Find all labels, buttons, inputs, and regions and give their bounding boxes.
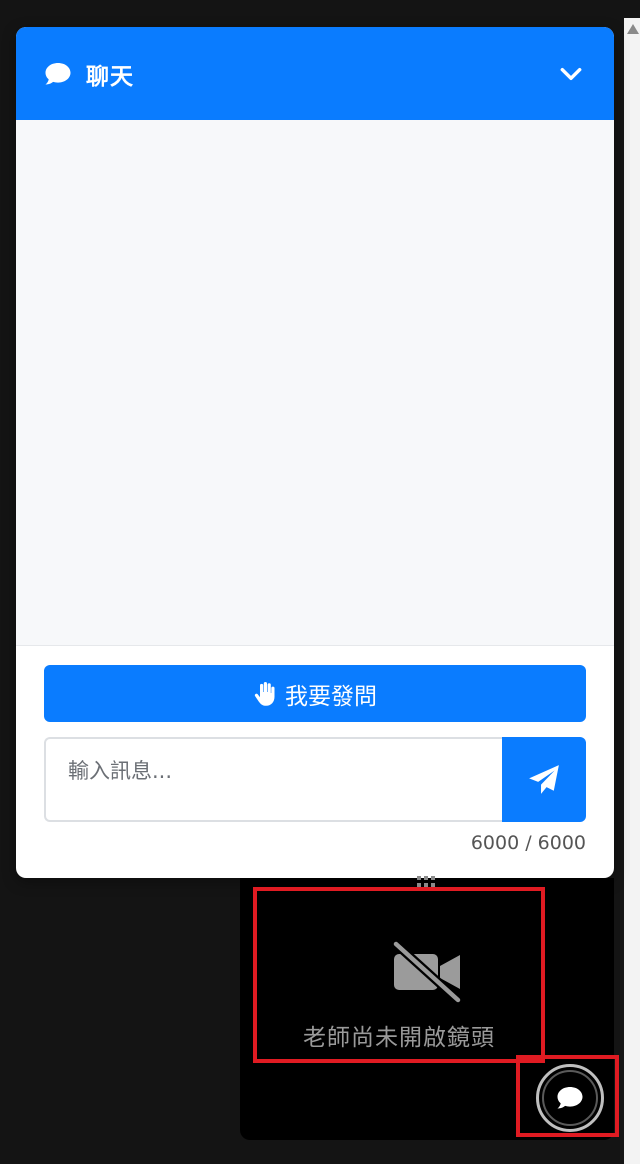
raise-hand-label: 我要發問 xyxy=(285,683,377,710)
raise-hand-button[interactable]: 我要發問 xyxy=(44,665,586,722)
chat-header: 聊天 xyxy=(16,27,614,120)
chat-title: 聊天 xyxy=(86,63,134,90)
composer: 我要發問 6000 / 6000 xyxy=(16,646,614,854)
hand-icon xyxy=(253,681,277,707)
send-button[interactable] xyxy=(502,737,586,822)
video-slash-icon xyxy=(391,940,463,1004)
chat-bubble-icon xyxy=(44,61,72,87)
paper-plane-icon xyxy=(529,764,559,794)
chat-panel: 聊天 我要發問 輸入訊息... 6000 / 6000 xyxy=(16,27,614,878)
char-counter: 6000 / 6000 xyxy=(470,832,586,854)
chat-toggle-button[interactable] xyxy=(536,1064,604,1132)
message-input-row xyxy=(44,737,586,822)
message-list[interactable] xyxy=(16,120,614,646)
camera-off-message: 老師尚未開啟鏡頭 xyxy=(303,1025,495,1051)
scrollbar[interactable] xyxy=(624,18,640,1164)
chat-bubble-icon xyxy=(557,1087,583,1109)
chevron-down-icon[interactable] xyxy=(556,59,586,89)
message-input[interactable] xyxy=(44,737,502,822)
chat-toggle-inner xyxy=(542,1070,598,1126)
scroll-up-arrow-icon[interactable] xyxy=(627,24,639,34)
page: 聊天 我要發問 輸入訊息... 6000 / 6000 老師尚未開啟鏡頭 xyxy=(0,0,640,1164)
